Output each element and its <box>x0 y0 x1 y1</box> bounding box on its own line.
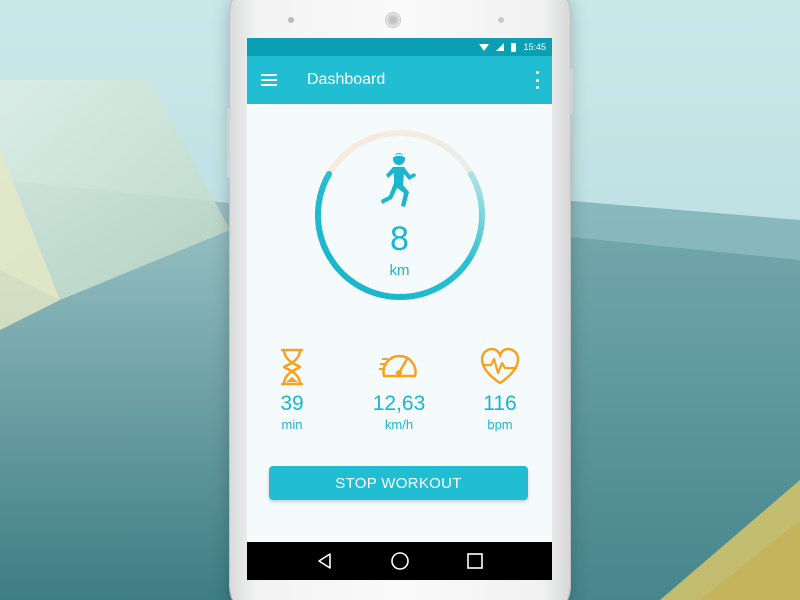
stop-workout-button[interactable]: STOP WORKOUT <box>269 466 528 500</box>
signal-icon <box>496 43 505 51</box>
sensor <box>498 17 504 23</box>
status-time: 15:45 <box>523 42 546 52</box>
recents-icon[interactable] <box>460 546 490 576</box>
stat-heart-rate: 116 bpm <box>455 346 545 432</box>
menu-icon[interactable] <box>247 56 291 104</box>
front-camera <box>288 17 294 23</box>
power-button <box>227 108 230 178</box>
home-icon[interactable] <box>385 546 415 576</box>
stat-speed: 12,63 km/h <box>354 346 444 432</box>
volume-button <box>570 68 573 114</box>
speedometer-icon <box>379 354 417 378</box>
hourglass-icon <box>281 348 303 386</box>
distance-value: 8 <box>390 220 409 258</box>
page-title: Dashboard <box>307 71 386 88</box>
battery-icon <box>511 42 517 52</box>
wifi-icon <box>479 43 490 51</box>
screen: 15:45 Dashboard 8 km 39 min 12,63 km/h 1… <box>247 38 552 580</box>
stat-speed-unit: km/h <box>384 417 414 432</box>
stat-duration: 39 min <box>247 346 337 432</box>
stat-speed-value: 12,63 <box>372 392 426 415</box>
app-bar: Dashboard <box>247 56 552 104</box>
heart-rate-icon <box>480 347 520 385</box>
back-icon[interactable] <box>310 546 340 576</box>
speaker <box>386 13 400 27</box>
stat-duration-value: 39 <box>280 392 304 415</box>
stat-heart-rate-unit: bpm <box>487 417 513 432</box>
stat-heart-rate-value: 116 <box>483 392 517 415</box>
more-options-icon[interactable] <box>536 71 540 89</box>
dashboard-content: 8 km 39 min 12,63 km/h 116 bpm STOP WORK… <box>247 104 552 532</box>
status-bar: 15:45 <box>247 38 552 56</box>
stat-duration-unit: min <box>281 417 303 432</box>
nav-bar <box>247 542 552 580</box>
distance-unit: km <box>389 262 410 279</box>
runner-icon <box>381 153 416 207</box>
